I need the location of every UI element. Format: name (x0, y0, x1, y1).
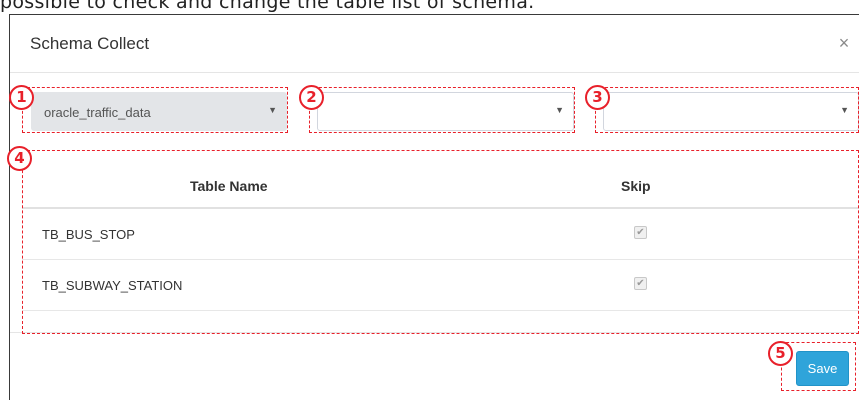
table-header-skip: Skip (621, 178, 651, 194)
connection-select-value: oracle_traffic_data (44, 105, 151, 120)
annotation-badge-2: 2 (299, 85, 324, 110)
chevron-down-icon: ▼ (268, 105, 277, 115)
annotation-badge-3: 3 (585, 85, 610, 110)
connection-select[interactable]: oracle_traffic_data ▼ (31, 92, 287, 131)
caption-text: possible to check and change the table l… (0, 0, 535, 13)
schema-table: Table Name Skip TB_BUS_STOP ✔ TB_SUBWAY_… (22, 150, 859, 335)
save-button[interactable]: Save (796, 351, 849, 386)
annotation-badge-5: 5 (768, 341, 793, 366)
modal-title: Schema Collect (30, 34, 150, 53)
table-header-name: Table Name (190, 178, 268, 194)
table-select[interactable]: ▼ (603, 92, 859, 131)
modal-header: Schema Collect × (10, 15, 859, 73)
skip-checkbox[interactable]: ✔ (634, 226, 647, 239)
annotation-badge-4: 4 (7, 146, 32, 171)
close-icon[interactable]: × (837, 33, 851, 53)
skip-checkbox[interactable]: ✔ (634, 277, 647, 290)
modal-footer-divider (10, 332, 859, 333)
table-name-cell: TB_BUS_STOP (42, 227, 135, 242)
schema-select[interactable]: ▼ (317, 92, 574, 131)
chevron-down-icon: ▼ (840, 105, 849, 115)
chevron-down-icon: ▼ (555, 105, 564, 115)
annotation-badge-1: 1 (9, 85, 34, 110)
table-row: TB_SUBWAY_STATION ✔ (22, 260, 859, 311)
table-name-cell: TB_SUBWAY_STATION (42, 278, 183, 293)
schema-collect-modal: Schema Collect × oracle_traffic_data ▼ ▼… (9, 14, 859, 400)
table-row: TB_BUS_STOP ✔ (22, 209, 859, 260)
